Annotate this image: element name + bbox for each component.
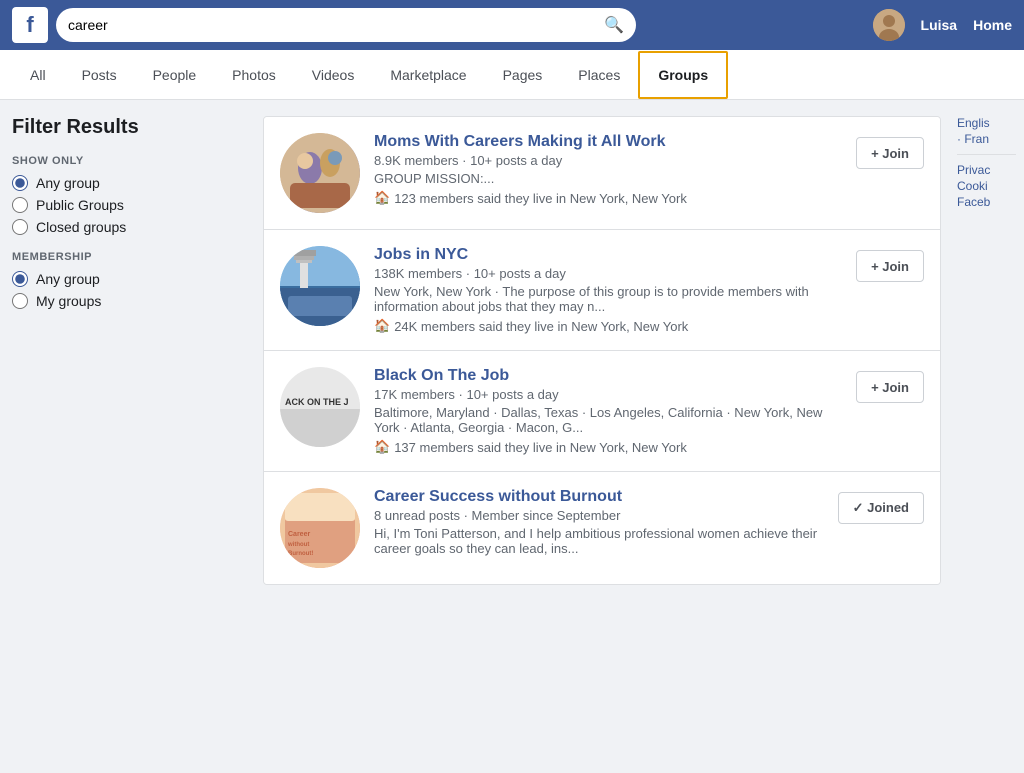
tabs-bar: All Posts People Photos Videos Marketpla… <box>0 50 1024 100</box>
membership-any-group-radio[interactable] <box>12 271 28 287</box>
privacy-link[interactable]: Privac <box>957 163 1016 177</box>
group-thumbnail <box>280 246 360 326</box>
joined-button[interactable]: ✓ Joined <box>838 492 924 524</box>
tab-videos[interactable]: Videos <box>294 53 373 97</box>
tab-pages[interactable]: Pages <box>485 53 561 97</box>
nav-right: Luisa Home <box>873 9 1012 41</box>
joined-button-area: ✓ Joined <box>838 488 924 524</box>
svg-text:without: without <box>287 542 309 548</box>
membership-my-groups-radio[interactable] <box>12 293 28 309</box>
group-desc: New York, New York · The purpose of this… <box>374 284 842 314</box>
facebook-logo[interactable]: f <box>12 7 48 43</box>
group-location: 🏠 123 members said they live in New York… <box>374 190 842 206</box>
tab-groups[interactable]: Groups <box>638 51 728 99</box>
group-desc: Baltimore, Maryland · Dallas, Texas · Lo… <box>374 405 842 435</box>
group-card: Career without Burnout! Career Success w… <box>264 472 940 584</box>
sidebar-divider <box>957 154 1016 155</box>
membership-any-group-label: Any group <box>36 271 100 287</box>
group-meta: 8.9K members · 10+ posts a day <box>374 153 842 168</box>
search-bar: 🔍 <box>56 8 636 42</box>
group-name-link[interactable]: Career Success without Burnout <box>374 488 824 506</box>
group-meta: 138K members · 10+ posts a day <box>374 266 842 281</box>
group-desc: Hi, I'm Toni Patterson, and I help ambit… <box>374 526 824 556</box>
group-info: Jobs in NYC 138K members · 10+ posts a d… <box>374 246 842 334</box>
home-icon: 🏠 <box>374 318 390 334</box>
join-button[interactable]: + Join <box>856 250 924 282</box>
group-location: 🏠 24K members said they live in New York… <box>374 318 842 334</box>
group-name-link[interactable]: Moms With Careers Making it All Work <box>374 133 842 151</box>
svg-text:Burnout!: Burnout! <box>288 551 313 557</box>
join-button[interactable]: + Join <box>856 137 924 169</box>
group-info: Career Success without Burnout 8 unread … <box>374 488 824 560</box>
filter-results-title: Filter Results <box>12 116 243 139</box>
group-thumbnail <box>280 133 360 213</box>
group-card: Jobs in NYC 138K members · 10+ posts a d… <box>264 230 940 351</box>
results-container: Moms With Careers Making it All Work 8.9… <box>263 116 941 585</box>
right-sidebar: Englis · Fran Privac Cooki Faceb <box>949 116 1024 585</box>
filter-sidebar: Filter Results SHOW ONLY Any group Publi… <box>0 116 255 585</box>
home-link[interactable]: Home <box>973 17 1012 33</box>
group-info: Moms With Careers Making it All Work 8.9… <box>374 133 842 206</box>
join-button[interactable]: + Join <box>856 371 924 403</box>
show-public-groups-radio[interactable] <box>12 197 28 213</box>
group-location: 🏠 137 members said they live in New York… <box>374 439 842 455</box>
group-desc: GROUP MISSION:... <box>374 171 842 186</box>
username-label: Luisa <box>921 17 958 33</box>
show-any-group-radio[interactable] <box>12 175 28 191</box>
svg-text:Career: Career <box>288 531 310 538</box>
group-name-link[interactable]: Black On The Job <box>374 367 842 385</box>
search-input[interactable] <box>68 17 596 33</box>
facebook-link[interactable]: Faceb <box>957 195 1016 209</box>
results-area: Moms With Careers Making it All Work 8.9… <box>255 116 949 585</box>
membership-my-groups-label: My groups <box>36 293 101 309</box>
tab-marketplace[interactable]: Marketplace <box>372 53 484 97</box>
group-name-link[interactable]: Jobs in NYC <box>374 246 842 264</box>
show-public-groups-label: Public Groups <box>36 197 124 213</box>
show-only-label: SHOW ONLY <box>12 155 243 167</box>
home-icon: 🏠 <box>374 190 390 206</box>
cookies-link[interactable]: Cooki <box>957 179 1016 193</box>
group-meta: 8 unread posts · Member since September <box>374 508 824 523</box>
show-closed-groups-label: Closed groups <box>36 219 126 235</box>
show-any-group-label: Any group <box>36 175 100 191</box>
show-closed-groups-option[interactable]: Closed groups <box>12 219 243 235</box>
main-layout: Filter Results SHOW ONLY Any group Publi… <box>0 100 1024 601</box>
group-card: ACK ON THE J Black On The Job 17K member… <box>264 351 940 472</box>
lang-english-link[interactable]: Englis <box>957 116 1016 130</box>
membership-any-group-option[interactable]: Any group <box>12 271 243 287</box>
lang-french-link[interactable]: · Fran <box>957 132 1016 146</box>
svg-text:ACK ON THE J: ACK ON THE J <box>285 397 349 407</box>
tab-places[interactable]: Places <box>560 53 638 97</box>
group-thumbnail: Career without Burnout! <box>280 488 360 568</box>
show-public-groups-option[interactable]: Public Groups <box>12 197 243 213</box>
tab-posts[interactable]: Posts <box>64 53 135 97</box>
join-button-area: + Join <box>856 133 924 169</box>
group-card: Moms With Careers Making it All Work 8.9… <box>264 117 940 230</box>
show-any-group-option[interactable]: Any group <box>12 175 243 191</box>
tab-all[interactable]: All <box>12 53 64 97</box>
group-meta: 17K members · 10+ posts a day <box>374 387 842 402</box>
show-closed-groups-radio[interactable] <box>12 219 28 235</box>
membership-label: MEMBERSHIP <box>12 251 243 263</box>
group-info: Black On The Job 17K members · 10+ posts… <box>374 367 842 455</box>
avatar-image <box>873 9 905 41</box>
search-icon[interactable]: 🔍 <box>604 15 624 35</box>
top-navigation: f 🔍 Luisa Home <box>0 0 1024 50</box>
avatar[interactable] <box>873 9 905 41</box>
membership-my-groups-option[interactable]: My groups <box>12 293 243 309</box>
group-thumbnail: ACK ON THE J <box>280 367 360 447</box>
join-button-area: + Join <box>856 367 924 403</box>
join-button-area: + Join <box>856 246 924 282</box>
tab-people[interactable]: People <box>135 53 215 97</box>
home-icon: 🏠 <box>374 439 390 455</box>
tab-photos[interactable]: Photos <box>214 53 294 97</box>
